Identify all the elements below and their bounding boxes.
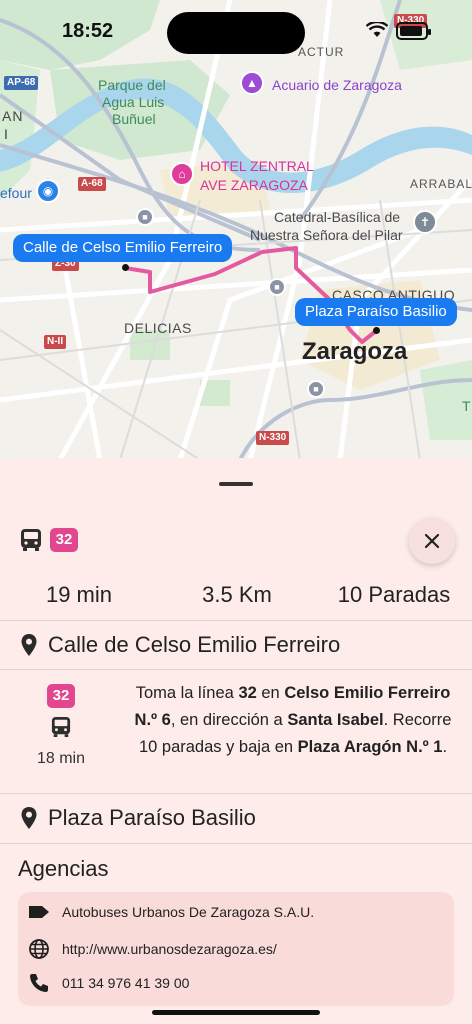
origin-row[interactable]: Calle de Celso Emilio Ferreiro bbox=[20, 632, 340, 658]
globe-icon bbox=[29, 939, 49, 959]
train-station-icon-2[interactable]: ■ bbox=[268, 278, 286, 296]
origin-name: Calle de Celso Emilio Ferreiro bbox=[48, 632, 341, 657]
close-icon bbox=[424, 533, 440, 549]
agencies-title: Agencias bbox=[18, 856, 109, 881]
train-station-icon[interactable]: ■ bbox=[136, 208, 154, 226]
bus-icon bbox=[21, 529, 41, 551]
line-header: 32 bbox=[20, 528, 78, 552]
route-stats: 19 min 3.5 Km 10 Paradas bbox=[0, 582, 472, 608]
shield-n2: N-II bbox=[44, 335, 67, 349]
shield-a68: A-68 bbox=[78, 177, 106, 191]
train-station-icon-3[interactable]: ■ bbox=[307, 380, 325, 398]
destination-row[interactable]: Plaza Paraíso Basilio bbox=[20, 805, 256, 831]
status-time: 18:52 bbox=[62, 20, 114, 42]
hotel-label-line1[interactable]: HOTEL ZENTRAL bbox=[200, 158, 314, 175]
step-instructions: Toma la línea 32 en Celso Emilio Ferreir… bbox=[134, 684, 452, 756]
map-view[interactable]: Parque del Agua Luis Buñuel ▲ Acuario de… bbox=[0, 0, 472, 460]
bus-icon bbox=[51, 717, 71, 737]
location-pin-icon bbox=[21, 807, 37, 829]
agency-phone-link[interactable]: 011 34 976 41 39 00 bbox=[62, 975, 189, 991]
step-line-badge: 32 bbox=[47, 684, 75, 708]
shopping-poi-icon[interactable]: ◉ bbox=[36, 179, 60, 203]
cathedral-label-line2[interactable]: Nuestra Señora del Pilar bbox=[250, 227, 403, 244]
location-pin-icon bbox=[21, 634, 37, 656]
district-actur: ACTUR bbox=[298, 45, 345, 59]
divider bbox=[0, 793, 472, 794]
step-summary: 32 18 min bbox=[30, 684, 92, 768]
divider bbox=[0, 620, 472, 621]
destination-bubble[interactable]: Plaza Paraíso Basilio bbox=[295, 298, 457, 326]
right-label-fragment: T bbox=[462, 398, 471, 414]
stat-stops: 10 Paradas bbox=[337, 582, 451, 607]
agency-card: Autobuses Urbanos De Zaragoza S.A.U. htt… bbox=[18, 892, 454, 1006]
hotel-label-line2[interactable]: AVE ZARAGOZA bbox=[200, 177, 308, 194]
stat-duration: 19 min bbox=[45, 582, 113, 607]
transit-step[interactable]: 32 18 min Toma la línea 32 en Celso Emil… bbox=[0, 670, 472, 792]
cathedral-poi-icon[interactable]: ✝ bbox=[413, 210, 437, 234]
district-arrabal: ARRABAL bbox=[410, 177, 472, 191]
origin-bubble[interactable]: Calle de Celso Emilio Ferreiro bbox=[13, 234, 233, 262]
wifi-icon bbox=[366, 22, 388, 37]
park-label-2: Agua Luis bbox=[102, 94, 165, 110]
agency-url-link[interactable]: http://www.urbanosdezaragoza.es/ bbox=[62, 941, 277, 957]
agency-url-row[interactable]: http://www.urbanosdezaragoza.es/ bbox=[28, 938, 277, 960]
divider bbox=[0, 843, 472, 844]
route-detail-sheet[interactable]: 32 19 min 3.5 Km 10 Paradas Calle de Cel… bbox=[0, 458, 472, 1024]
step-duration: 18 min bbox=[36, 750, 86, 767]
dynamic-island bbox=[167, 12, 305, 54]
phone-icon bbox=[30, 974, 48, 992]
stat-distance: 3.5 Km bbox=[202, 582, 272, 607]
district-delicias: DELICIAS bbox=[124, 320, 192, 336]
park-label-1: Parque del bbox=[98, 77, 166, 93]
agency-name: Autobuses Urbanos De Zaragoza S.A.U. bbox=[62, 904, 315, 920]
label-tag-icon bbox=[29, 906, 49, 918]
hotel-poi-icon[interactable]: ⌂ bbox=[170, 162, 194, 186]
home-indicator bbox=[152, 1010, 320, 1015]
aquarium-poi-icon[interactable]: ▲ bbox=[240, 71, 264, 95]
shield-ap68: AP-68 bbox=[4, 76, 39, 90]
origin-stop-marker[interactable] bbox=[122, 264, 129, 271]
left-label-fragment-2: I bbox=[4, 126, 9, 142]
agency-phone-row[interactable]: 011 34 976 41 39 00 bbox=[28, 972, 189, 994]
battery-icon bbox=[396, 22, 431, 40]
city-label: Zaragoza bbox=[302, 338, 408, 365]
aquarium-label[interactable]: Acuario de Zaragoza bbox=[272, 77, 402, 94]
cathedral-label-line1[interactable]: Catedral-Basílica de bbox=[274, 209, 400, 226]
destination-name: Plaza Paraíso Basilio bbox=[48, 805, 256, 830]
shield-n330-bottom: N-330 bbox=[256, 431, 290, 445]
agency-name-row: Autobuses Urbanos De Zaragoza S.A.U. bbox=[28, 904, 314, 920]
left-label-fragment-1: AN bbox=[2, 108, 24, 124]
destination-stop-marker[interactable] bbox=[373, 327, 380, 334]
park-label-3: Buñuel bbox=[112, 111, 156, 127]
sheet-grabber[interactable] bbox=[219, 482, 253, 486]
shop-label-fragment[interactable]: efour bbox=[0, 185, 32, 202]
close-button[interactable] bbox=[409, 518, 455, 564]
line-badge: 32 bbox=[50, 528, 78, 552]
